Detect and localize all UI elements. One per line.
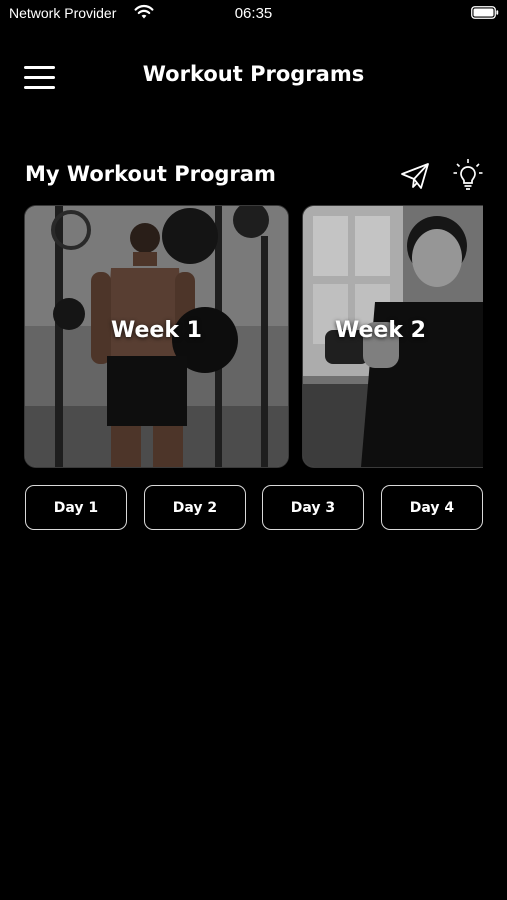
battery-icon [471, 6, 499, 19]
section-title: My Workout Program [25, 162, 276, 186]
day-button[interactable]: Day 2 [144, 485, 246, 530]
week-card[interactable]: Week 1 [24, 205, 289, 468]
paper-plane-icon[interactable] [399, 160, 431, 192]
page-title: Workout Programs [142, 62, 365, 86]
day-button[interactable]: Day 1 [25, 485, 127, 530]
clock-time: 06:35 [234, 5, 273, 22]
week-card[interactable]: Week 2 [302, 205, 483, 468]
program-section-header: My Workout Program [25, 158, 485, 192]
week-label: Week 1 [111, 318, 202, 343]
week-label: Week 2 [335, 318, 426, 343]
weeks-carousel[interactable]: Week 1 Week 2 [0, 205, 483, 468]
status-bar: Network Provider 06:35 [0, 0, 507, 28]
day-button[interactable]: Day 3 [262, 485, 364, 530]
day-button[interactable]: Day 4 [381, 485, 483, 530]
day-selector: Day 1 Day 2 Day 3 Day 4 [25, 485, 486, 533]
lightbulb-icon[interactable] [453, 158, 483, 192]
nav-header: Workout Programs [0, 56, 507, 100]
